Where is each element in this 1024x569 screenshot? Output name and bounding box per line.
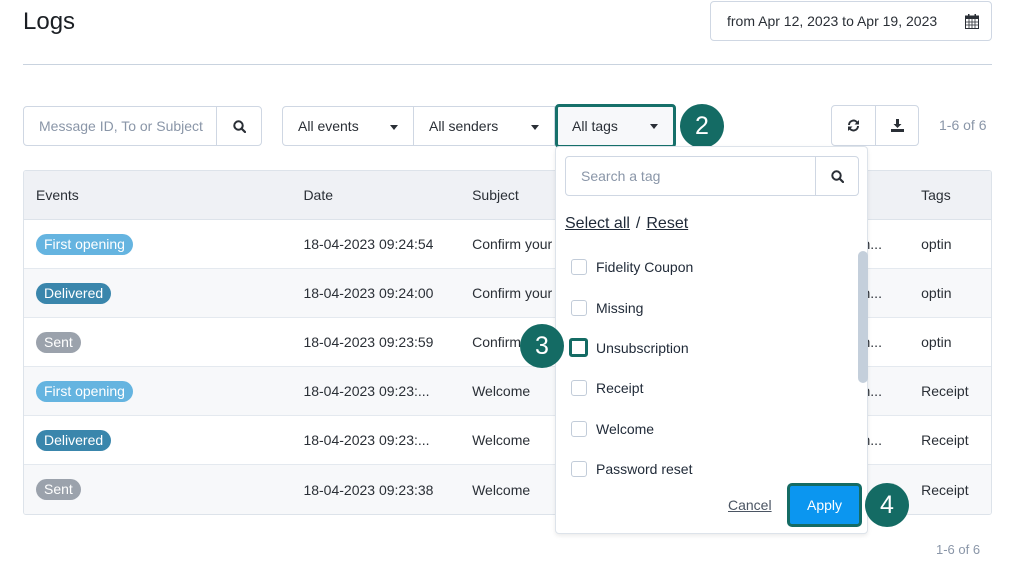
event-status-badge: Delivered bbox=[36, 282, 112, 304]
event-cell: Sent bbox=[24, 479, 303, 500]
refresh-button[interactable] bbox=[832, 106, 875, 145]
refresh-icon bbox=[848, 119, 859, 132]
date-cell: 18-04-2023 09:23:... bbox=[303, 383, 430, 399]
tag-option[interactable]: Receipt bbox=[571, 368, 851, 408]
tag-checkbox[interactable] bbox=[571, 461, 587, 478]
reset-link[interactable]: Reset bbox=[646, 215, 688, 232]
select-all-link[interactable]: Select all bbox=[565, 215, 630, 232]
event-status-badge: Sent bbox=[36, 331, 81, 353]
header-divider bbox=[23, 64, 992, 65]
filter-bar: All events All senders All tags bbox=[282, 104, 676, 148]
date-cell: 18-04-2023 09:23:59 bbox=[303, 334, 434, 350]
step-2-annotation: 2 bbox=[680, 104, 724, 148]
tag-checkbox[interactable] bbox=[569, 338, 588, 358]
tag-option-label: Password reset bbox=[596, 461, 693, 478]
tags-cell: Receipt bbox=[921, 432, 969, 448]
tags-cell: optin bbox=[921, 285, 952, 301]
tag-option-label: Unsubscription bbox=[596, 339, 689, 356]
search-icon bbox=[830, 169, 844, 183]
apply-button[interactable]: Apply bbox=[787, 483, 862, 527]
tag-search-input[interactable] bbox=[566, 157, 817, 195]
tags-cell: optin bbox=[921, 236, 952, 252]
event-status-badge: Sent bbox=[36, 479, 81, 500]
cancel-button[interactable]: Cancel bbox=[728, 497, 772, 513]
tag-option-label: Missing bbox=[596, 299, 644, 316]
date-cell: 18-04-2023 09:24:00 bbox=[303, 285, 434, 301]
tags-cell: optin bbox=[921, 334, 952, 350]
event-status-badge: First opening bbox=[36, 233, 133, 255]
column-header-tags[interactable]: Tags bbox=[921, 187, 991, 203]
tag-list: Fidelity Coupon Missing Unsubscription Rece… bbox=[569, 247, 851, 489]
event-cell: Delivered bbox=[24, 429, 303, 451]
search-button[interactable] bbox=[217, 107, 261, 145]
step-3-annotation: 3 bbox=[520, 324, 564, 368]
date-cell: 18-04-2023 09:24:54 bbox=[303, 236, 434, 252]
tag-checkbox[interactable] bbox=[571, 380, 587, 397]
message-search bbox=[23, 106, 262, 146]
chevron-down-icon bbox=[531, 125, 539, 130]
tag-option-label: Welcome bbox=[596, 420, 655, 437]
link-separator: / bbox=[635, 215, 641, 232]
event-cell: First opening bbox=[24, 233, 303, 255]
pagination-count-bottom: 1-6 of 6 bbox=[936, 542, 981, 557]
event-status-badge: First opening bbox=[36, 380, 133, 402]
tag-search bbox=[565, 156, 859, 196]
selection-links: Select all / Reset bbox=[565, 215, 688, 233]
message-search-input[interactable] bbox=[24, 107, 217, 145]
date-range-picker[interactable]: from Apr 12, 2023 to Apr 19, 2023 bbox=[710, 1, 992, 41]
download-button[interactable] bbox=[875, 106, 918, 145]
tag-search-button[interactable] bbox=[816, 157, 858, 195]
date-cell: 18-04-2023 09:23:38 bbox=[303, 481, 434, 498]
download-icon bbox=[890, 119, 904, 132]
event-cell: Sent bbox=[24, 331, 303, 353]
senders-filter-label: All senders bbox=[429, 118, 499, 134]
step-4-annotation: 4 bbox=[865, 483, 909, 527]
tags-dropdown-menu: Select all / Reset Fidelity Coupon Missing U… bbox=[555, 146, 868, 534]
chevron-down-icon bbox=[650, 124, 658, 129]
column-header-date[interactable]: Date bbox=[303, 187, 472, 203]
tag-option[interactable]: Unsubscription bbox=[569, 328, 851, 368]
tag-list-scrollbar[interactable] bbox=[858, 251, 868, 383]
events-filter-label: All events bbox=[298, 118, 359, 134]
tag-checkbox[interactable] bbox=[571, 259, 587, 276]
tags-filter-select[interactable]: All tags bbox=[555, 104, 676, 148]
tags-cell: Receipt bbox=[921, 383, 969, 399]
table-actions bbox=[831, 105, 919, 146]
tag-option[interactable]: Welcome bbox=[571, 409, 851, 449]
pagination-count-top: 1-6 of 6 bbox=[939, 117, 987, 133]
calendar-icon bbox=[965, 14, 979, 29]
tag-option-label: Fidelity Coupon bbox=[596, 259, 694, 276]
chevron-down-icon bbox=[390, 125, 398, 130]
tags-cell: Receipt bbox=[921, 481, 969, 498]
date-cell: 18-04-2023 09:23:... bbox=[303, 432, 430, 448]
senders-filter-select[interactable]: All senders bbox=[414, 106, 555, 146]
tag-option[interactable]: Fidelity Coupon bbox=[571, 247, 851, 287]
events-filter-select[interactable]: All events bbox=[282, 106, 414, 146]
page-title: Logs bbox=[23, 8, 76, 35]
event-status-badge: Delivered bbox=[36, 429, 112, 451]
column-header-events[interactable]: Events bbox=[24, 187, 303, 203]
search-icon bbox=[232, 119, 246, 133]
tag-option-label: Receipt bbox=[596, 380, 644, 397]
event-cell: First opening bbox=[24, 380, 303, 402]
date-range-label: from Apr 12, 2023 to Apr 19, 2023 bbox=[727, 13, 938, 29]
tags-filter-label: All tags bbox=[572, 118, 618, 134]
tag-checkbox[interactable] bbox=[571, 299, 587, 316]
tag-checkbox[interactable] bbox=[571, 420, 587, 437]
tag-option[interactable]: Missing bbox=[571, 287, 851, 327]
event-cell: Delivered bbox=[24, 282, 303, 304]
